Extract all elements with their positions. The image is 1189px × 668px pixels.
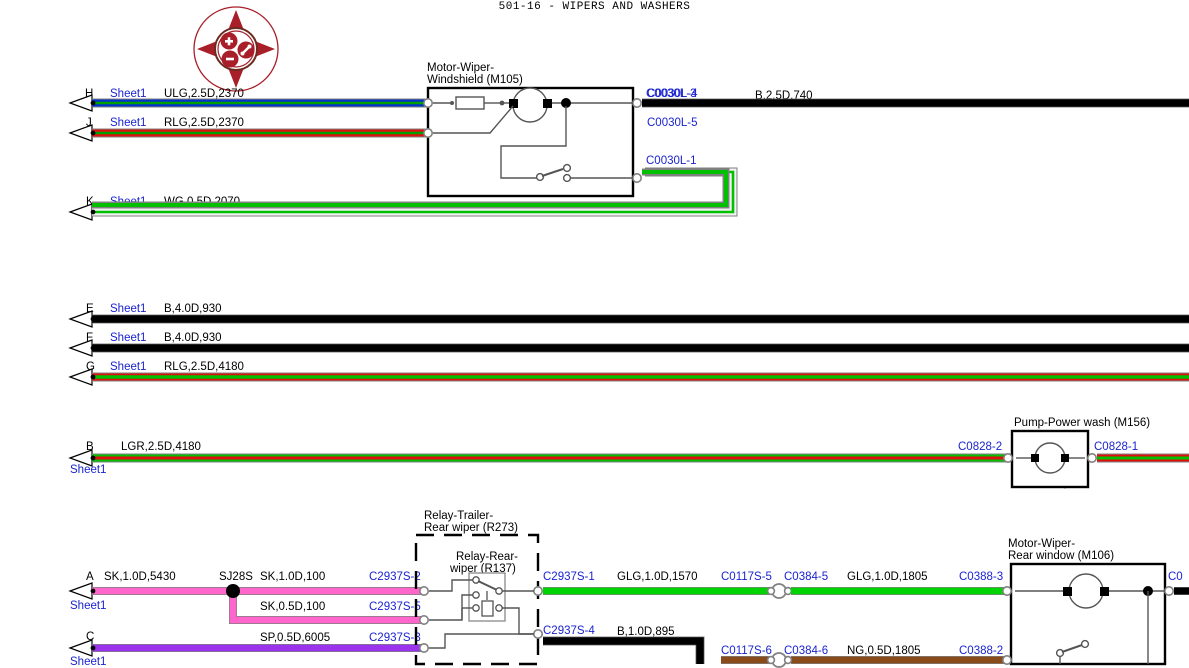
wire-j-rlg: [69, 124, 428, 142]
schematic-graphics: [69, 86, 1189, 668]
wire-b-895: [543, 636, 705, 664]
wire-e-black: [69, 310, 1189, 328]
splice-dot-sj28s: [226, 584, 240, 598]
inline-connector-c0117s-6[interactable]: [766, 652, 793, 668]
wire-c-sp: [69, 639, 424, 657]
wire-b-lgr: [69, 449, 1009, 467]
component-box-r137[interactable]: [429, 572, 534, 649]
component-box-m105[interactable]: [422, 86, 642, 198]
inline-connector-c0117s-5[interactable]: [766, 583, 793, 599]
wiring-diagram-canvas[interactable]: 501-16 - WIPERS AND WASHERS H Sheet1 ULG…: [0, 0, 1189, 668]
wire-h-ulg: [69, 94, 428, 112]
wire-g-rlg: [69, 368, 1189, 386]
wire-a-sk: [69, 582, 424, 624]
component-box-m156[interactable]: [1002, 429, 1098, 489]
wire-f-black: [69, 339, 1189, 357]
component-box-m106[interactable]: [1001, 562, 1175, 666]
